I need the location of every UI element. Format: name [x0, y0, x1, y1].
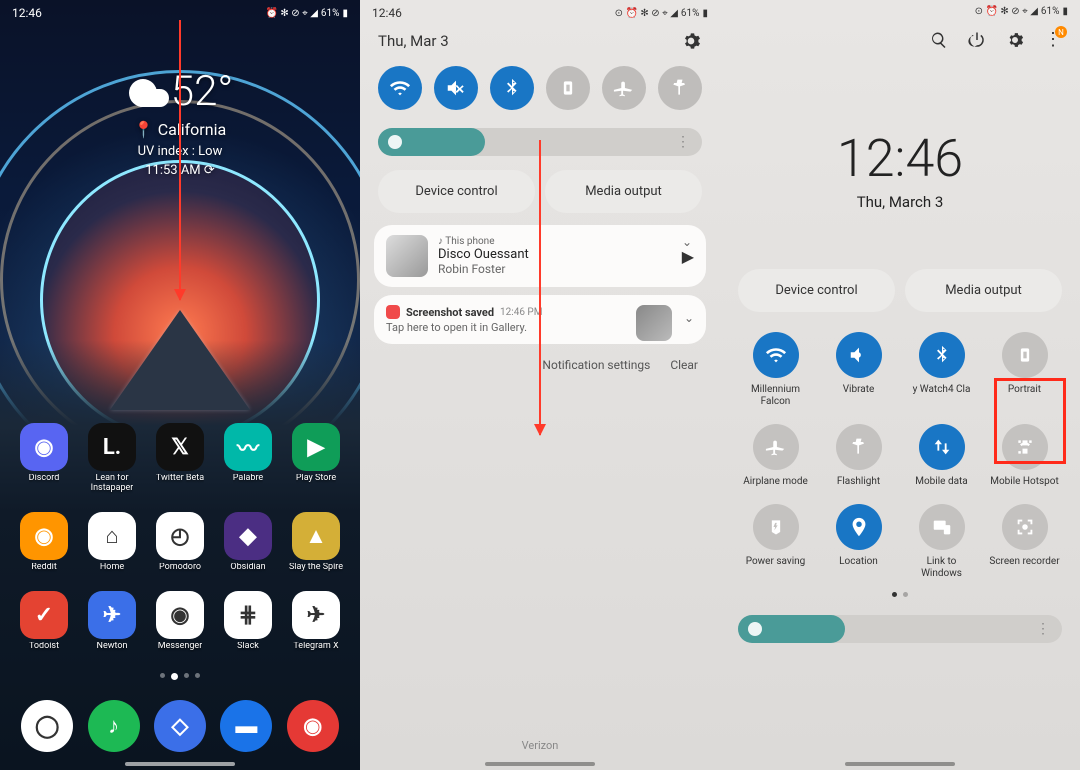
media-output-button[interactable]: Media output [905, 269, 1062, 312]
overflow-icon[interactable]: ⋮N [1044, 29, 1062, 50]
qs-flash[interactable] [658, 66, 702, 110]
app-play-store[interactable]: ▶Play Store [286, 423, 346, 494]
qs-mute[interactable] [434, 66, 478, 110]
app-palabre[interactable]: 〰Palabre [218, 423, 278, 494]
app-home[interactable]: ⌂Home [82, 512, 142, 573]
quick-settings-expanded: ⊙ ⏰ ✻ ⊘ ⌖ ◢ 61% ▮ ⋮N 12:46 Thu, March 3 … [720, 0, 1080, 770]
settings-icon[interactable] [1006, 31, 1024, 49]
status-icons: ⊙ ⏰ ✻ ⊘ ⌖ ◢ 61% ▮ [615, 8, 708, 19]
dock-camera[interactable]: ◉ [283, 700, 343, 752]
page-indicator [720, 592, 1080, 597]
qs-bt[interactable] [490, 66, 534, 110]
tile-millennium-falcon[interactable]: Millennium Falcon [738, 332, 813, 408]
nav-handle[interactable] [125, 762, 235, 766]
app-pomodoro[interactable]: ◴Pomodoro [150, 512, 210, 573]
notification-settings-link[interactable]: Notification settings [542, 358, 650, 372]
chevron-down-icon[interactable]: ⌄ [682, 235, 692, 249]
album-art [386, 235, 428, 277]
app-grid: ◉DiscordL.Lean forInstapaper𝕏Twitter Bet… [0, 423, 360, 670]
nav-handle[interactable] [845, 762, 955, 766]
device-control-button[interactable]: Device control [378, 170, 535, 213]
screenshot-thumbnail[interactable] [636, 305, 672, 341]
tutorial-highlight [994, 378, 1066, 464]
app-slack[interactable]: ⋕Slack [218, 591, 278, 652]
qs-plane[interactable] [602, 66, 646, 110]
app-slay-the-spire[interactable]: ▲Slay the Spire [286, 512, 346, 573]
clock-date: Thu, March 3 [720, 193, 1080, 211]
status-bar: 12:46 ⊙ ⏰ ✻ ⊘ ⌖ ◢ 61% ▮ [360, 0, 720, 22]
app-lean-for-instapaper[interactable]: L.Lean forInstapaper [82, 423, 142, 494]
app-newton[interactable]: ✈Newton [82, 591, 142, 652]
tile-link-to-windows[interactable]: Link to Windows [904, 504, 979, 580]
notif-badge: N [1055, 26, 1067, 38]
app-discord[interactable]: ◉Discord [14, 423, 74, 494]
clear-link[interactable]: Clear [670, 358, 698, 372]
notif-title: Screenshot saved [406, 306, 494, 319]
clock-widget: 12:46 Thu, March 3 [720, 128, 1080, 211]
dock-messages[interactable]: ▬ [216, 700, 276, 752]
home-screen: 12:46 ⏰ ✻ ⊘ ⌖ ◢ 61% ▮ 52° 📍 California U… [0, 0, 360, 770]
carrier-label: Verizon [360, 739, 720, 752]
status-bar: 12:46 ⏰ ✻ ⊘ ⌖ ◢ 61% ▮ [0, 0, 360, 22]
clock-time: 12:46 [720, 128, 1080, 189]
media-output-button[interactable]: Media output [545, 170, 702, 213]
tile-power-saving[interactable]: Power saving [738, 504, 813, 580]
capture-icon [386, 305, 400, 319]
nav-handle[interactable] [485, 762, 595, 766]
tile-airplane-mode[interactable]: Airplane mode [738, 424, 813, 488]
qs-wifi[interactable] [378, 66, 422, 110]
status-bar: ⊙ ⏰ ✻ ⊘ ⌖ ◢ 61% ▮ [720, 0, 1080, 19]
status-icons: ⏰ ✻ ⊘ ⌖ ◢ 61% ▮ [265, 8, 348, 19]
swipe-down-arrow [179, 20, 181, 300]
sun-icon [388, 135, 402, 149]
tile-flashlight[interactable]: Flashlight [821, 424, 896, 488]
swipe-down-arrow [539, 140, 541, 435]
media-source: ♪ This phone [438, 236, 672, 247]
app-reddit[interactable]: ◉Reddit [14, 512, 74, 573]
device-control-button[interactable]: Device control [738, 269, 895, 312]
app-obsidian[interactable]: ◆Obsidian [218, 512, 278, 573]
notif-time: 12:46 PM [500, 307, 542, 318]
app-todoist[interactable]: ✓Todoist [14, 591, 74, 652]
track-artist: Robin Foster [438, 262, 672, 276]
settings-icon[interactable] [680, 30, 702, 52]
dock-spotify[interactable]: ♪ [84, 700, 144, 752]
app-telegram-x[interactable]: ✈Telegram X [286, 591, 346, 652]
search-icon[interactable] [930, 31, 948, 49]
app-messenger[interactable]: ◉Messenger [150, 591, 210, 652]
tile-location[interactable]: Location [821, 504, 896, 580]
brightness-slider[interactable]: ⋮ [738, 615, 1062, 643]
power-icon[interactable] [968, 31, 986, 49]
brightness-menu-icon[interactable]: ⋮ [676, 134, 690, 150]
dock-gallery[interactable]: ◇ [150, 700, 210, 752]
date: Thu, Mar 3 [378, 32, 449, 50]
page-indicator [0, 673, 360, 680]
status-icons: ⊙ ⏰ ✻ ⊘ ⌖ ◢ 61% ▮ [975, 6, 1068, 17]
track-title: Disco Ouessant [438, 247, 672, 262]
brightness-menu-icon[interactable]: ⋮ [1036, 621, 1050, 637]
app-twitter-beta[interactable]: 𝕏Twitter Beta [150, 423, 210, 494]
dock: ◯♪◇▬◉ [0, 700, 360, 752]
qs-rotate[interactable] [546, 66, 590, 110]
tile-mobile-data[interactable]: Mobile data [904, 424, 979, 488]
cloud-icon [127, 77, 171, 107]
notification-shade: 12:46 ⊙ ⏰ ✻ ⊘ ⌖ ◢ 61% ▮ Thu, Mar 3 ⋮ Dev… [360, 0, 720, 770]
quick-settings-row [360, 58, 720, 118]
sun-icon [748, 622, 762, 636]
status-time: 12:46 [12, 6, 42, 20]
dock-chrome[interactable]: ◯ [17, 700, 77, 752]
tile-y-watch4-cla[interactable]: y Watch4 Cla [904, 332, 979, 408]
chevron-down-icon[interactable]: ⌄ [684, 311, 694, 325]
tile-screen-recorder[interactable]: Screen recorder [987, 504, 1062, 580]
tile-vibrate[interactable]: Vibrate [821, 332, 896, 408]
play-icon[interactable]: ▶ [682, 247, 694, 266]
